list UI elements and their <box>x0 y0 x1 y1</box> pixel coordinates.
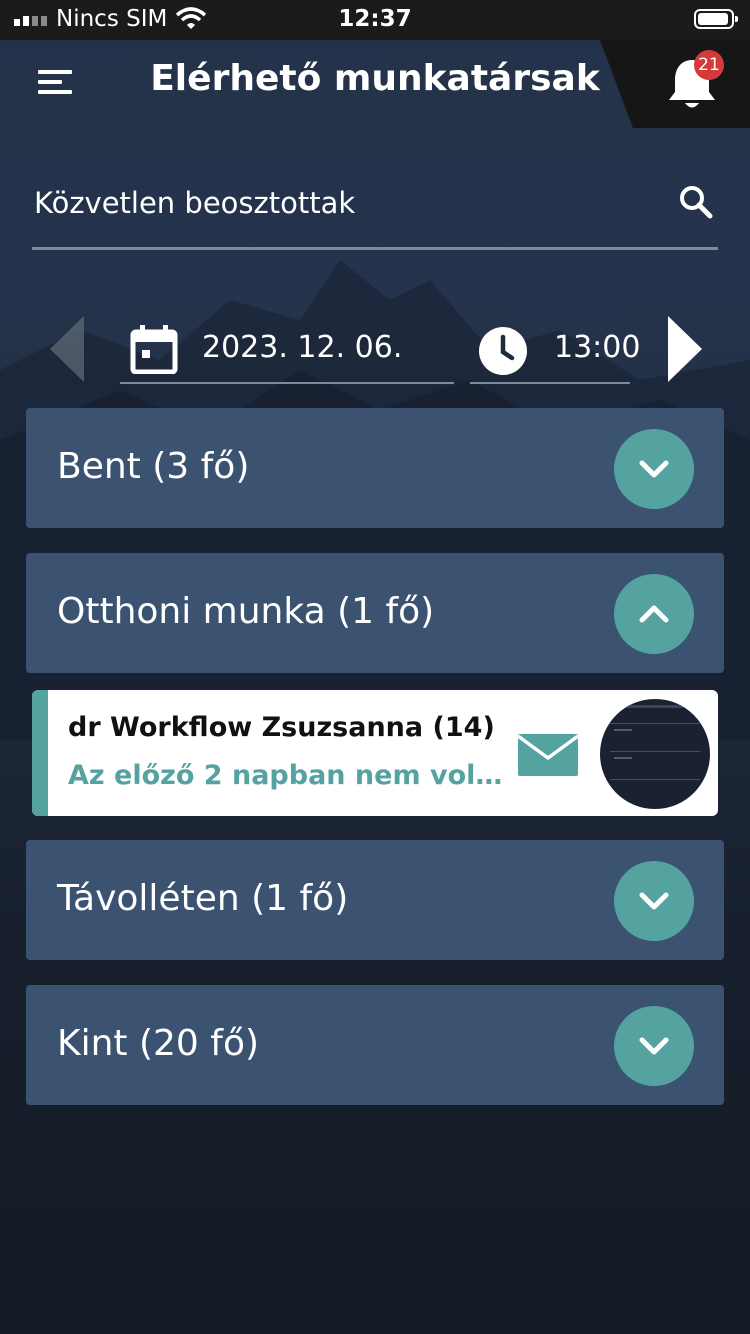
expand-button[interactable] <box>614 429 694 509</box>
time-value: 13:00 <box>554 330 641 365</box>
chevron-left-icon[interactable] <box>48 314 88 384</box>
employee-name: dr Workflow Zsuzsanna (14) <box>68 712 495 743</box>
battery-icon <box>694 9 738 29</box>
chevron-right-icon[interactable] <box>664 314 704 384</box>
search-input[interactable]: Közvetlen beosztottak <box>32 172 718 250</box>
chevron-down-icon <box>639 460 669 478</box>
avatar-image <box>610 705 700 780</box>
notifications-button[interactable]: 21 <box>600 40 750 128</box>
chevron-up-icon <box>639 605 669 623</box>
chevron-down-icon <box>639 1037 669 1055</box>
search-value: Közvetlen beosztottak <box>34 186 356 220</box>
time-picker[interactable]: 13:00 <box>470 320 640 384</box>
search-icon[interactable] <box>678 184 714 220</box>
section-label: Távolléten (1 fő) <box>57 878 349 919</box>
section-label: Otthoni munka (1 fő) <box>57 591 435 632</box>
section-label: Bent (3 fő) <box>57 446 250 487</box>
date-value: 2023. 12. 06. <box>202 330 403 365</box>
expand-button[interactable] <box>614 1006 694 1086</box>
section-bent[interactable]: Bent (3 fő) <box>26 408 724 528</box>
calendar-icon <box>130 325 178 374</box>
employee-card[interactable]: dr Workflow Zsuzsanna (14) Az előző 2 na… <box>32 690 718 816</box>
notification-badge: 21 <box>694 50 724 80</box>
date-picker[interactable]: 2023. 12. 06. <box>120 320 454 384</box>
section-otthoni-munka[interactable]: Otthoni munka (1 fő) <box>26 553 724 673</box>
mail-icon[interactable] <box>516 730 580 778</box>
status-time: 12:37 <box>338 6 412 32</box>
collapse-button[interactable] <box>614 574 694 654</box>
employee-note: Az előző 2 napban nem volt mo… <box>68 760 508 791</box>
clock-icon <box>479 327 527 375</box>
avatar <box>600 699 710 809</box>
app-header: Elérhető munkatársak 21 <box>0 40 750 130</box>
chevron-down-icon <box>639 892 669 910</box>
card-accent-stripe <box>32 690 48 816</box>
status-bar: Nincs SIM 12:37 <box>0 0 750 40</box>
section-tavolleten[interactable]: Távolléten (1 fő) <box>26 840 724 960</box>
expand-button[interactable] <box>614 861 694 941</box>
section-kint[interactable]: Kint (20 fő) <box>26 985 724 1105</box>
section-label: Kint (20 fő) <box>57 1023 260 1064</box>
